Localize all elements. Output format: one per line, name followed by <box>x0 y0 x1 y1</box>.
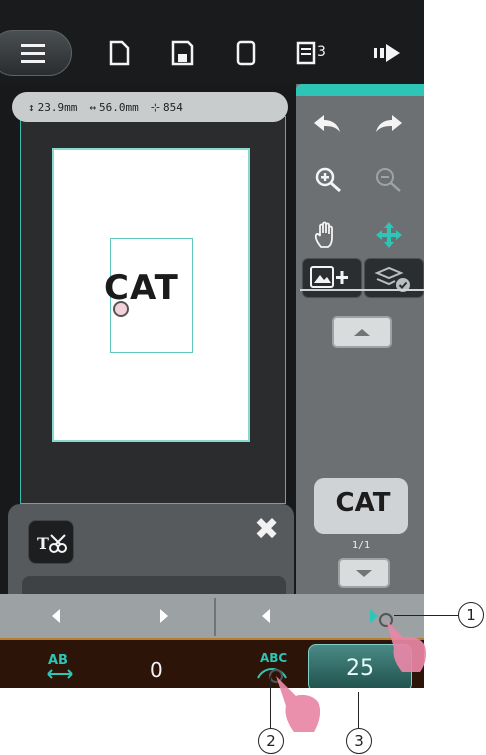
zoom-in-button[interactable] <box>314 166 344 197</box>
zoom-in-icon <box>315 167 341 193</box>
undo-button[interactable] <box>312 112 342 141</box>
triangle-left-icon <box>262 609 270 623</box>
stitch-count-icon: ⊹ <box>150 100 160 114</box>
move-arrows-icon <box>376 222 402 248</box>
decrease-button[interactable] <box>252 602 280 630</box>
svg-text:T: T <box>37 534 49 553</box>
triangle-left-icon <box>52 609 60 623</box>
triangle-down-icon <box>356 570 372 577</box>
design-info-bar: ↕ 23.9mm ↔ 56.0mm ⊹ 854 <box>12 92 288 122</box>
pointing-hand-icon <box>379 613 427 672</box>
save-icon <box>171 40 194 66</box>
start-point-marker <box>113 301 129 317</box>
add-image-button[interactable] <box>302 258 362 298</box>
menu-button[interactable] <box>0 30 72 76</box>
app-screen: 3 ↕ 23.9mm ↔ 56.0mm ⊹ 854 CAT CAT 1/1 T … <box>0 0 424 688</box>
close-icon: ✖ <box>254 512 280 547</box>
text-scissors-icon: T <box>37 534 67 553</box>
pointing-hand-icon <box>269 669 321 732</box>
text-edit-button[interactable]: T <box>28 520 74 564</box>
letter-spacing-icon: AB <box>47 653 73 679</box>
stitch-count-value: 854 <box>162 100 183 114</box>
page-count-label: 3 <box>317 44 326 60</box>
arrow-right-icon <box>374 44 400 62</box>
redo-icon <box>376 115 402 132</box>
top-toolbar: 3 <box>0 0 424 84</box>
scroll-up-button[interactable] <box>332 316 392 348</box>
callout-line-1 <box>394 615 458 616</box>
hoop-icon <box>236 40 256 66</box>
new-file-icon <box>109 40 130 66</box>
scroll-down-button[interactable] <box>338 558 390 588</box>
save-button[interactable] <box>170 40 194 70</box>
arrow-bar-divider <box>214 598 216 636</box>
next-step-button[interactable] <box>372 40 408 70</box>
image-add-icon <box>310 266 348 288</box>
letter-spacing-button[interactable]: AB <box>44 650 78 687</box>
height-value: 23.9mm <box>37 100 78 114</box>
height-readout: ↕ 23.9mm <box>28 101 77 114</box>
layers-button[interactable] <box>364 258 424 298</box>
zoom-out-icon <box>376 168 401 192</box>
width-value: 56.0mm <box>99 100 139 114</box>
thumbnail-text: CAT <box>335 488 391 518</box>
callout-line-2 <box>270 676 271 728</box>
width-readout: ↔ 56.0mm <box>89 101 138 114</box>
callout-line-3 <box>358 692 359 728</box>
triangle-right-icon <box>160 609 168 623</box>
pages-icon <box>296 41 316 65</box>
undo-icon <box>314 115 340 132</box>
panel-divider <box>300 289 424 291</box>
move-button[interactable] <box>374 220 404 255</box>
hoop-select-button[interactable] <box>236 40 256 70</box>
new-file-button[interactable] <box>108 40 130 70</box>
redo-button[interactable] <box>374 112 404 141</box>
stitch-readout: ⊹ 854 <box>151 101 183 114</box>
hand-icon <box>314 221 333 248</box>
callout-marker-1: 1 <box>458 602 484 628</box>
close-panel-button[interactable]: ✖ <box>254 512 279 547</box>
svg-text:AB: AB <box>48 653 68 668</box>
pan-button[interactable] <box>312 220 342 255</box>
width-icon: ↔ <box>89 100 96 114</box>
next-char-button[interactable] <box>150 602 178 630</box>
zoom-out-button[interactable] <box>374 166 404 197</box>
callout-marker-2: 2 <box>258 728 284 754</box>
spacing-value: 0 <box>150 658 163 682</box>
triangle-up-icon <box>354 329 370 336</box>
thumbnail-page-indicator: 1/1 <box>351 540 371 551</box>
layers-check-icon <box>374 266 410 292</box>
side-panel-accent <box>296 84 424 96</box>
pages-button[interactable]: 3 <box>296 40 326 70</box>
prev-char-button[interactable] <box>42 602 70 630</box>
callout-marker-3: 3 <box>346 728 372 754</box>
height-icon: ↕ <box>28 100 35 114</box>
hamburger-menu-icon <box>21 44 45 63</box>
